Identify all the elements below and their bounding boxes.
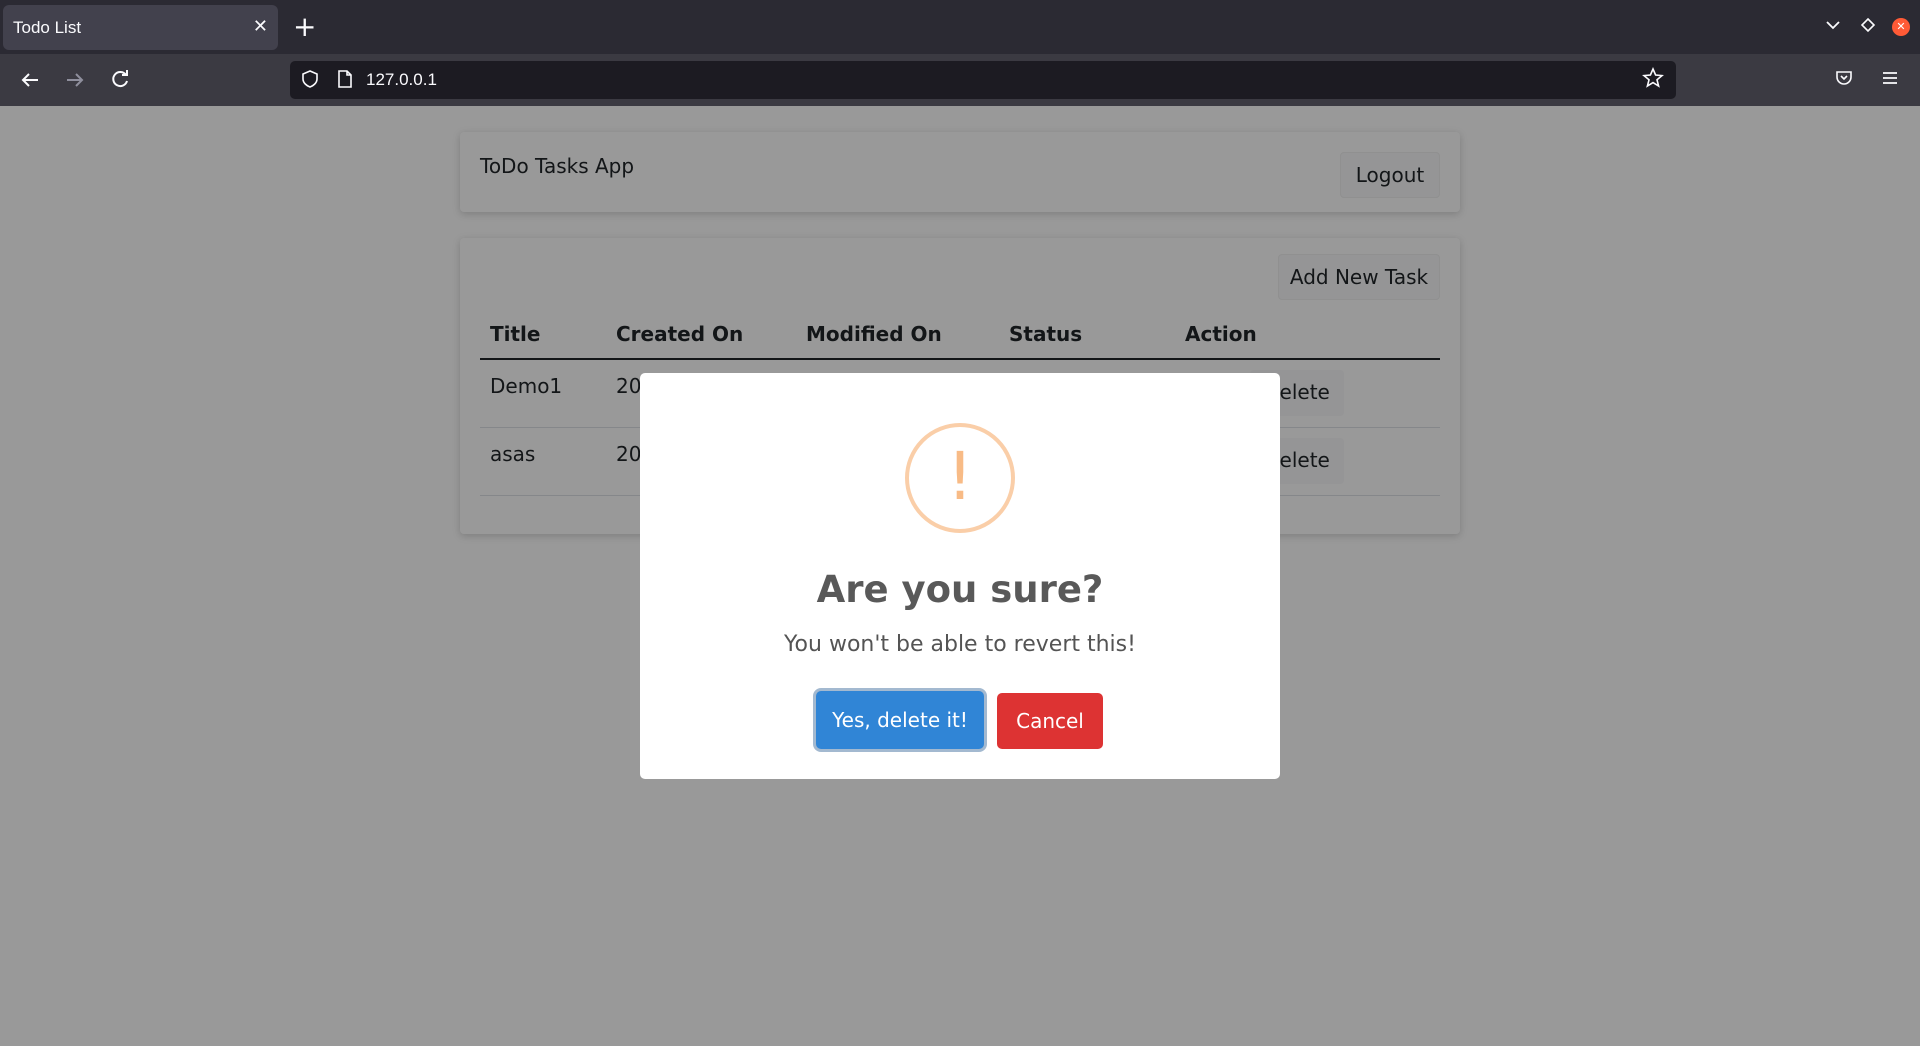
warning-icon-mark: ! (946, 438, 974, 515)
shield-icon[interactable] (300, 69, 320, 94)
tab-list-icon[interactable] (1823, 15, 1843, 39)
confirm-delete-button[interactable]: Yes, delete it! (816, 691, 984, 749)
browser-tab-bar: Todo List ✕ + ✕ (0, 0, 1920, 54)
pocket-icon[interactable] (1834, 68, 1854, 93)
url-text: 127.0.0.1 (366, 70, 437, 89)
back-arrow-icon[interactable] (10, 54, 50, 106)
browser-nav-bar: 127.0.0.1 (0, 54, 1920, 106)
star-icon[interactable] (1642, 66, 1664, 94)
warning-icon: ! (905, 423, 1015, 533)
tab-close-icon[interactable]: ✕ (253, 16, 268, 37)
forward-arrow-icon[interactable] (55, 54, 95, 106)
browser-tab[interactable]: Todo List ✕ (3, 5, 278, 50)
address-bar[interactable]: 127.0.0.1 (290, 61, 1676, 99)
menu-icon[interactable] (1880, 68, 1900, 93)
cancel-button[interactable]: Cancel (997, 693, 1103, 749)
dialog-text: You won't be able to revert this! (784, 632, 1136, 657)
page-icon[interactable] (336, 69, 354, 94)
new-tab-button[interactable]: + (293, 9, 316, 45)
confirm-dialog: ! Are you sure? You won't be able to rev… (640, 373, 1280, 779)
extension-icon[interactable] (1858, 15, 1878, 39)
window-close-icon[interactable]: ✕ (1892, 18, 1910, 36)
tab-title: Todo List (13, 18, 82, 37)
dialog-title: Are you sure? (816, 568, 1104, 611)
reload-icon[interactable] (100, 54, 140, 106)
